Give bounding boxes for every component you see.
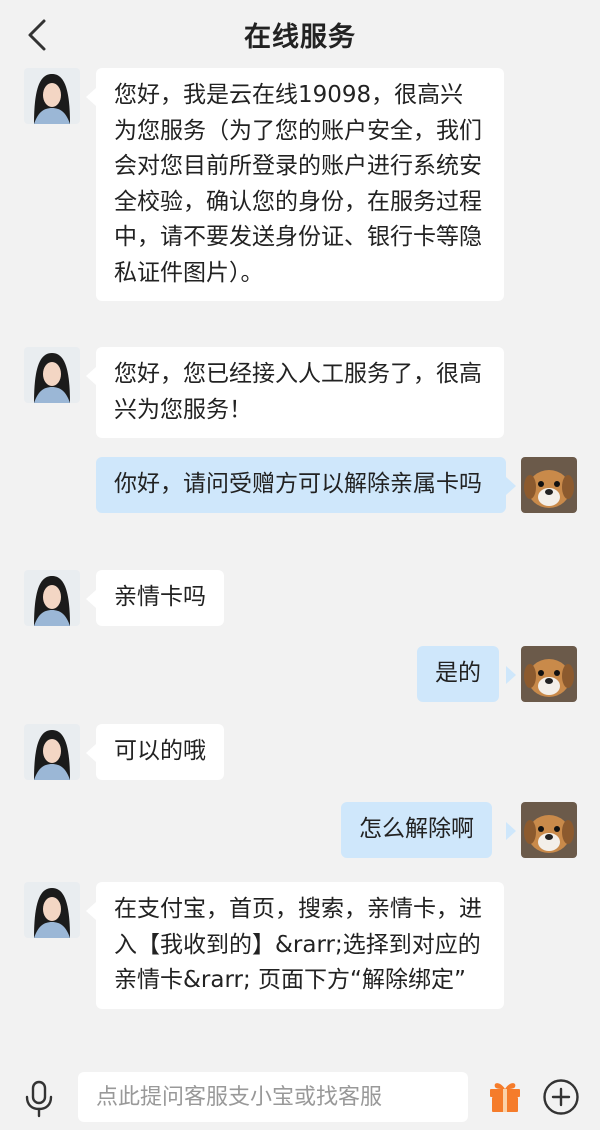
agent-avatar[interactable]: [24, 882, 80, 938]
plus-circle-icon: [543, 1079, 579, 1115]
agent-message: 您好，您已经接入人工服务了，很高兴为您服务！: [96, 347, 504, 438]
gift-icon: [490, 1083, 520, 1112]
user-avatar[interactable]: [521, 802, 577, 858]
question-input[interactable]: [78, 1072, 468, 1122]
bubble-tail: [86, 367, 96, 385]
agent-avatar[interactable]: [24, 570, 80, 626]
user-avatar[interactable]: [521, 457, 577, 513]
agent-message: 在支付宝，首页，搜索，亲情卡，进入【我收到的】&rarr;选择到对应的亲情卡&r…: [96, 882, 504, 1009]
bubble-tail: [506, 666, 516, 684]
header: 在线服务: [0, 0, 600, 68]
bubble-tail: [86, 744, 96, 762]
user-avatar[interactable]: [521, 646, 577, 702]
agent-message: 可以的哦: [96, 724, 224, 780]
user-message: 怎么解除啊: [341, 802, 492, 858]
agent-avatar[interactable]: [24, 68, 80, 124]
bubble-tail: [506, 477, 516, 495]
microphone-icon: [25, 1080, 53, 1118]
agent-avatar[interactable]: [24, 347, 80, 403]
bubble-tail: [86, 88, 96, 106]
input-bar: [0, 1064, 600, 1130]
chevron-left-icon: [28, 19, 46, 51]
bubble-tail: [86, 902, 96, 920]
user-message: 是的: [417, 646, 499, 702]
agent-message: 亲情卡吗: [96, 570, 224, 626]
bubble-tail: [86, 590, 96, 608]
bubble-tail: [506, 822, 516, 840]
voice-button[interactable]: [22, 1080, 56, 1118]
gift-button[interactable]: [488, 1078, 522, 1114]
agent-avatar[interactable]: [24, 724, 80, 780]
user-message: 你好，请问受赠方可以解除亲属卡吗: [96, 457, 506, 513]
back-button[interactable]: [20, 18, 54, 52]
agent-message: 您好，我是云在线19098，很高兴为您服务（为了您的账户安全，我们会对您目前所登…: [96, 68, 504, 301]
page-title: 在线服务: [244, 21, 356, 53]
more-button[interactable]: [542, 1078, 580, 1116]
